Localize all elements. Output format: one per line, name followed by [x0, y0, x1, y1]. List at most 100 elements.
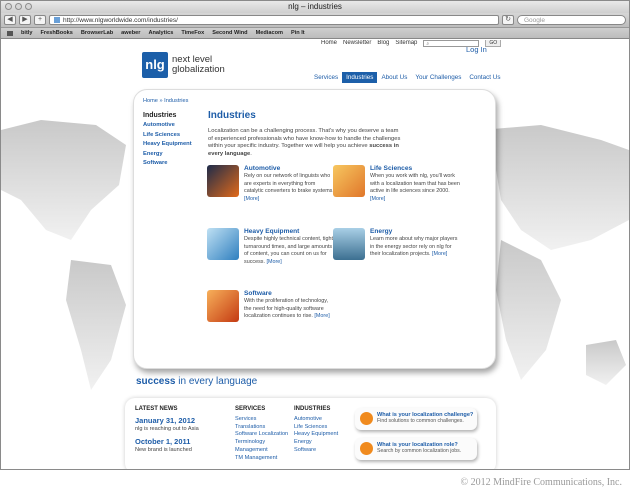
- web-page: Home Newsletter Blog Sitemap ⌕ GO Log In…: [1, 40, 629, 469]
- footer-industry-link[interactable]: Automotive: [294, 416, 354, 424]
- automotive-thumbnail[interactable]: [207, 165, 239, 197]
- industries-heading: INDUSTRIES: [294, 406, 331, 412]
- nav-contact-us[interactable]: Contact Us: [465, 72, 504, 83]
- news-text-1: nlg is reaching out to Asia: [135, 425, 199, 432]
- challenge-promo-sub: Find solutions to common challenges.: [377, 418, 464, 424]
- nav-your-challenges[interactable]: Your Challenges: [411, 72, 465, 83]
- side-item-energy[interactable]: Energy: [143, 150, 192, 160]
- news-date-2[interactable]: October 1, 2011: [135, 437, 225, 447]
- automotive-text-block: Automotive Rely on our network of lingui…: [244, 165, 336, 203]
- window-controls: [5, 3, 32, 10]
- heavy-equipment-title[interactable]: Heavy Equipment: [244, 228, 336, 236]
- software-thumbnail[interactable]: [207, 290, 239, 322]
- side-item-software[interactable]: Software: [143, 159, 192, 169]
- back-icon[interactable]: ◀: [4, 15, 16, 25]
- life-sciences-thumbnail[interactable]: [333, 165, 365, 197]
- logo-line-2: globalization: [172, 64, 225, 75]
- home-link[interactable]: Home: [321, 40, 337, 46]
- bookmark-analytics[interactable]: Analytics: [148, 30, 173, 36]
- nav-about-us[interactable]: About Us: [377, 72, 411, 83]
- heavy-equipment-thumbnail[interactable]: [207, 228, 239, 260]
- footer-industry-link[interactable]: Energy: [294, 439, 354, 447]
- main-nav: Services Industries About Us Your Challe…: [310, 72, 505, 83]
- bookmark-second-wind[interactable]: Second Wind: [212, 30, 247, 36]
- role-promo[interactable]: What is your localization role? Search b…: [355, 438, 477, 460]
- bookmark-timefox[interactable]: TimeFox: [181, 30, 204, 36]
- breadcrumb[interactable]: Home » Industries: [143, 98, 188, 104]
- bookmarks-icon[interactable]: [7, 30, 13, 36]
- industry-heavy-equipment: Heavy Equipment Despite highly technical…: [207, 228, 337, 283]
- content-card: Home » Industries Industries Automotive …: [133, 89, 496, 369]
- news-text-2: New brand is launched: [135, 446, 192, 453]
- automotive-description: Rely on our network of linguists who are…: [244, 173, 334, 195]
- software-more-link[interactable]: [More]: [314, 313, 329, 319]
- side-item-life-sciences[interactable]: Life Sciences: [143, 131, 192, 141]
- automotive-more-link[interactable]: [More]: [244, 196, 259, 202]
- login-link[interactable]: Log In: [466, 45, 487, 54]
- news-column: LATEST NEWS January 31, 2012 nlg is reac…: [135, 406, 225, 457]
- heavy-equipment-more-link[interactable]: [More]: [266, 259, 281, 265]
- energy-title[interactable]: Energy: [370, 228, 462, 236]
- footer-service-link[interactable]: Terminology: [235, 439, 295, 447]
- browser-window: nlg – industries ◀ ▶ + http://www.nlgwor…: [0, 0, 630, 470]
- challenge-promo[interactable]: What is your localization challenge? Fin…: [355, 408, 477, 430]
- heavy-equipment-text-block: Heavy Equipment Despite highly technical…: [244, 228, 336, 266]
- search-icon: ⌕: [426, 40, 430, 47]
- blog-link[interactable]: Blog: [377, 40, 389, 46]
- energy-thumbnail[interactable]: [333, 228, 365, 260]
- browser-toolbar: ◀ ▶ + http://www.nlgworldwide.com/indust…: [1, 13, 629, 28]
- page-title: Industries: [208, 110, 256, 121]
- reload-icon[interactable]: ↻: [502, 15, 514, 25]
- footer-service-link[interactable]: Services: [235, 416, 295, 424]
- tagline-rest: in every language: [175, 376, 258, 387]
- copyright-notice: © 2012 MindFire Communications, Inc.: [460, 477, 622, 488]
- sitemap-link[interactable]: Sitemap: [395, 40, 417, 46]
- logo-text: next level globalization: [172, 55, 225, 75]
- footer-industry-link[interactable]: Life Sciences: [294, 424, 354, 432]
- address-bar[interactable]: http://www.nlgworldwide.com/industries/: [49, 15, 499, 25]
- newsletter-link[interactable]: Newsletter: [343, 40, 371, 46]
- intro-end: .: [250, 150, 252, 157]
- footer-service-link[interactable]: Management: [235, 447, 295, 455]
- add-bookmark-icon[interactable]: +: [34, 15, 46, 25]
- industry-energy: Energy Learn more about why major player…: [333, 228, 463, 283]
- bookmark-browserlab[interactable]: BrowserLab: [81, 30, 113, 36]
- title-bar: nlg – industries: [1, 1, 629, 13]
- footer-service-link[interactable]: TM Management: [235, 455, 295, 463]
- search-field[interactable]: Google: [517, 15, 626, 25]
- bookmark-pin-it[interactable]: Pin It: [291, 30, 305, 36]
- window-title: nlg – industries: [288, 2, 342, 11]
- close-window-icon[interactable]: [5, 3, 12, 10]
- services-heading: SERVICES: [235, 406, 266, 412]
- software-title[interactable]: Software: [244, 290, 336, 298]
- tagline-bold: success: [136, 376, 176, 387]
- nav-services[interactable]: Services: [310, 72, 342, 83]
- life-sciences-text-block: Life Sciences When you work with nlg, yo…: [370, 165, 462, 203]
- side-item-automotive[interactable]: Automotive: [143, 121, 192, 131]
- footer-service-link[interactable]: Translations: [235, 424, 295, 432]
- forward-icon[interactable]: ▶: [19, 15, 31, 25]
- bookmark-bitly[interactable]: bitly: [21, 30, 33, 36]
- bookmark-mediacom[interactable]: Mediacom: [256, 30, 283, 36]
- footer-service-link[interactable]: Software Localization: [235, 431, 295, 439]
- zoom-window-icon[interactable]: [25, 3, 32, 10]
- energy-more-link[interactable]: [More]: [432, 251, 447, 257]
- site-logo[interactable]: nlg next level globalization: [142, 52, 225, 78]
- life-sciences-more-link[interactable]: [More]: [370, 196, 385, 202]
- news-date-1[interactable]: January 31, 2012: [135, 416, 225, 426]
- side-nav-title: Industries: [143, 112, 177, 119]
- footer-industry-link[interactable]: Heavy Equipment: [294, 431, 354, 439]
- nav-industries[interactable]: Industries: [342, 72, 378, 83]
- automotive-title[interactable]: Automotive: [244, 165, 336, 173]
- footer-industry-link[interactable]: Software: [294, 447, 354, 455]
- bookmark-freshbooks[interactable]: FreshBooks: [41, 30, 73, 36]
- bookmark-aweber[interactable]: aweber: [121, 30, 140, 36]
- minimize-window-icon[interactable]: [15, 3, 22, 10]
- industries-column: INDUSTRIES Automotive Life Sciences Heav…: [294, 406, 354, 455]
- go-button[interactable]: GO: [485, 40, 502, 47]
- side-item-heavy-equipment[interactable]: Heavy Equipment: [143, 140, 192, 150]
- life-sciences-title[interactable]: Life Sciences: [370, 165, 462, 173]
- life-sciences-description: When you work with nlg, you'll work with…: [370, 173, 460, 195]
- side-nav: Industries Automotive Life Sciences Heav…: [143, 111, 192, 169]
- industry-life-sciences: Life Sciences When you work with nlg, yo…: [333, 165, 463, 220]
